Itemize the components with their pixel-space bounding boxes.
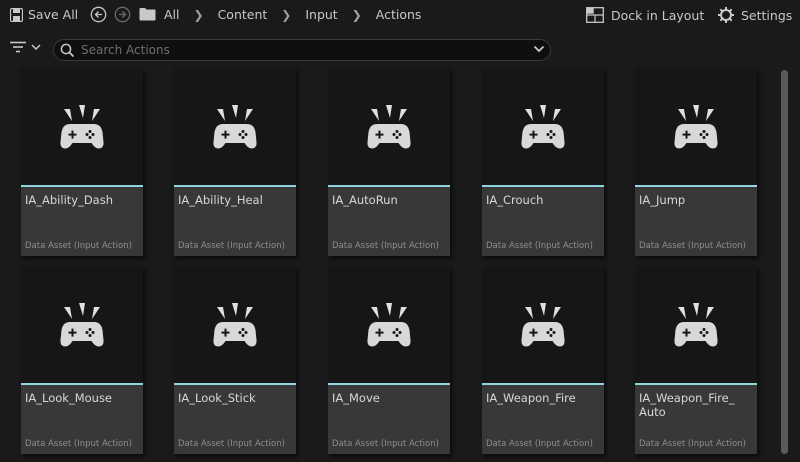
asset-type: Data Asset (Input Action) (486, 241, 593, 251)
asset-type: Data Asset (Input Action) (178, 241, 285, 251)
asset-thumbnail (174, 266, 296, 383)
asset-type: Data Asset (Input Action) (332, 439, 439, 449)
gamepad-icon (60, 303, 104, 347)
asset-thumbnail (174, 68, 296, 185)
asset-thumbnail (482, 266, 604, 383)
asset-name: IA_Look_Mouse (25, 391, 113, 405)
asset-thumbnail (635, 68, 757, 185)
asset-grid: IA_Ability_Dash Data Asset (Input Action… (0, 0, 780, 462)
gamepad-icon (367, 303, 411, 347)
gamepad-icon (674, 105, 718, 149)
asset-thumbnail (482, 68, 604, 185)
asset-name: IA_Weapon_Fire (486, 391, 576, 405)
asset-info: IA_Crouch Data Asset (Input Action) (482, 187, 604, 256)
asset-tile[interactable]: IA_Crouch Data Asset (Input Action) (482, 68, 604, 256)
asset-tile[interactable]: IA_Look_Mouse Data Asset (Input Action) (21, 266, 143, 454)
asset-tile[interactable]: IA_AutoRun Data Asset (Input Action) (328, 68, 450, 256)
vertical-scrollbar[interactable] (781, 70, 788, 454)
asset-info: IA_Ability_Dash Data Asset (Input Action… (21, 187, 143, 256)
asset-tile[interactable]: IA_Weapon_Fire Data Asset (Input Action) (482, 266, 604, 454)
asset-name: IA_Ability_Dash (25, 193, 114, 207)
asset-info: IA_Move Data Asset (Input Action) (328, 385, 450, 454)
asset-name: IA_AutoRun (332, 193, 398, 207)
asset-type: Data Asset (Input Action) (25, 439, 132, 449)
asset-info: IA_Look_Mouse Data Asset (Input Action) (21, 385, 143, 454)
gamepad-icon (521, 105, 565, 149)
asset-info: IA_Ability_Heal Data Asset (Input Action… (174, 187, 296, 256)
asset-tile[interactable]: IA_Move Data Asset (Input Action) (328, 266, 450, 454)
asset-thumbnail (21, 68, 143, 185)
asset-thumbnail (328, 68, 450, 185)
gamepad-icon (367, 105, 411, 149)
asset-type: Data Asset (Input Action) (178, 439, 285, 449)
asset-name: IA_Look_Stick (178, 391, 256, 405)
asset-info: IA_Weapon_Fire Data Asset (Input Action) (482, 385, 604, 454)
asset-thumbnail (328, 266, 450, 383)
asset-name: IA_Move (332, 391, 380, 405)
gamepad-icon (674, 303, 718, 347)
asset-info: IA_Weapon_Fire_ Auto Data Asset (Input A… (635, 385, 757, 454)
asset-thumbnail (635, 266, 757, 383)
asset-type: Data Asset (Input Action) (25, 241, 132, 251)
asset-thumbnail (21, 266, 143, 383)
asset-tile[interactable]: IA_Weapon_Fire_ Auto Data Asset (Input A… (635, 266, 757, 454)
asset-name: IA_Jump (639, 193, 686, 207)
asset-type: Data Asset (Input Action) (639, 241, 746, 251)
asset-info: IA_Jump Data Asset (Input Action) (635, 187, 757, 256)
asset-type: Data Asset (Input Action) (639, 439, 746, 449)
asset-tile[interactable]: IA_Jump Data Asset (Input Action) (635, 68, 757, 256)
asset-name: IA_Weapon_Fire_ Auto (639, 391, 735, 419)
asset-tile[interactable]: IA_Ability_Dash Data Asset (Input Action… (21, 68, 143, 256)
asset-type: Data Asset (Input Action) (486, 439, 593, 449)
asset-name: IA_Ability_Heal (178, 193, 263, 207)
gamepad-icon (521, 303, 565, 347)
gamepad-icon (213, 105, 257, 149)
gamepad-icon (213, 303, 257, 347)
asset-info: IA_AutoRun Data Asset (Input Action) (328, 187, 450, 256)
asset-type: Data Asset (Input Action) (332, 241, 439, 251)
asset-info: IA_Look_Stick Data Asset (Input Action) (174, 385, 296, 454)
asset-name: IA_Crouch (486, 193, 544, 207)
asset-tile[interactable]: IA_Ability_Heal Data Asset (Input Action… (174, 68, 296, 256)
gamepad-icon (60, 105, 104, 149)
asset-tile[interactable]: IA_Look_Stick Data Asset (Input Action) (174, 266, 296, 454)
